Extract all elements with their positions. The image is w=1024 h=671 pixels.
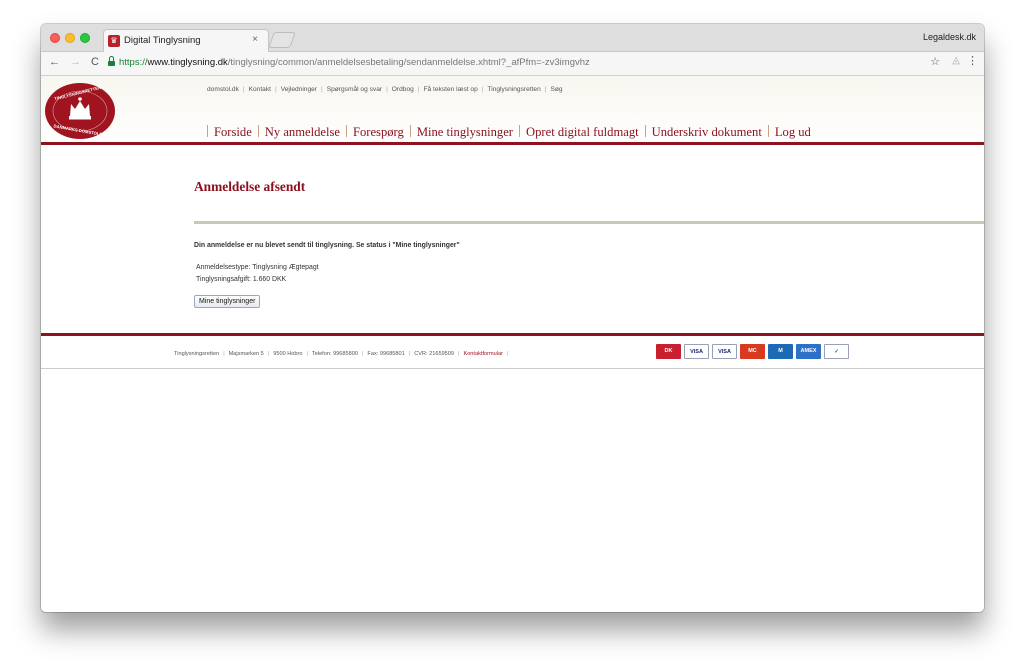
confirmation-message: Din anmeldelse er nu blevet sendt til ti…	[194, 242, 460, 249]
topnav-laest-op[interactable]: Få teksten læst op	[424, 86, 478, 93]
topnav-soeg[interactable]: Søg	[550, 86, 562, 93]
browser-tab[interactable]: ♛ Digital Tinglysning ×	[103, 29, 269, 52]
type-label: Anmeldelsestype:	[196, 264, 251, 271]
extension-icon[interactable]: ◬	[952, 55, 960, 66]
reload-icon[interactable]: C	[91, 56, 99, 68]
forward-icon[interactable]: →	[70, 56, 81, 68]
mastercard-icon: MC	[740, 344, 765, 359]
topnav-kontakt[interactable]: Kontakt	[249, 86, 271, 93]
page-title: Anmeldelse afsendt	[194, 179, 306, 194]
visa-electron-icon: VISA	[712, 344, 737, 359]
new-tab-button[interactable]	[268, 32, 296, 48]
nav-underskriv-dokument[interactable]: Underskriv dokument	[652, 125, 762, 139]
footer-cvr: CVR: 21659509	[414, 351, 455, 357]
nav-log-ud[interactable]: Log ud	[775, 125, 811, 139]
tab-close-icon[interactable]: ×	[252, 34, 258, 45]
fee-row: Tinglysningsafgift: 1.660 DKK	[196, 274, 319, 286]
topnav-domstol[interactable]: domstol.dk	[207, 86, 239, 93]
minimize-window-button[interactable]	[65, 33, 75, 43]
fee-value: 1.660 DKK	[252, 276, 287, 283]
main-nav: Forside Ny anmeldelse Forespørg Mine tingly…	[201, 125, 811, 140]
type-value: Tinglysning Ægtepagt	[252, 264, 319, 271]
mine-tinglysninger-button[interactable]: Mine tinglysninger	[194, 295, 261, 308]
footer-city: 9500 Hobro	[273, 351, 303, 357]
back-icon[interactable]: ←	[49, 56, 60, 68]
type-row: Anmeldelsestype: Tinglysning Ægtepagt	[196, 262, 319, 274]
footer-info: Tinglysningsretten | Majsmarken 5 | 9500 Hob…	[174, 351, 509, 357]
address-bar[interactable]: https://www.tinglysning.dk/tinglysning/c…	[105, 55, 965, 72]
site-header: TINGLYSNINGSRETTEN DANMARKS DOMSTOLE dom…	[41, 76, 984, 146]
favicon-icon: ♛	[108, 35, 120, 47]
nav-opret-fuldmagt[interactable]: Opret digital fuldmagt	[526, 125, 639, 139]
maximize-window-button[interactable]	[80, 33, 90, 43]
fee-label: Tinglysningsafgift:	[196, 276, 251, 283]
nav-foresporg[interactable]: Forespørg	[353, 125, 404, 139]
content-heading-wrap: Anmeldelse afsendt	[194, 179, 305, 195]
nav-forside[interactable]: Forside	[214, 125, 252, 139]
lock-icon	[108, 56, 115, 66]
dankort-icon: DK	[656, 344, 681, 359]
domstole-logo[interactable]: TINGLYSNINGSRETTEN DANMARKS DOMSTOLE	[44, 82, 116, 140]
submission-details: Anmeldelsestype: Tinglysning Ægtepagt Ti…	[196, 262, 319, 286]
topnav-ordbog[interactable]: Ordbog	[392, 86, 414, 93]
footer-court: Tinglysningsretten	[174, 351, 220, 357]
profile-name[interactable]: Legaldesk.dk	[923, 32, 976, 42]
nav-mine-tinglysninger[interactable]: Mine tinglysninger	[417, 125, 513, 139]
footer-phone: Telefon: 99685800	[311, 351, 358, 357]
verified-icon: ✓	[824, 344, 849, 359]
url-text[interactable]: https://www.tinglysning.dk/tinglysning/c…	[119, 57, 590, 68]
browser-window: ♛ Digital Tinglysning × Legaldesk.dk ← →…	[41, 24, 984, 612]
footer-address: Majsmarken 5	[228, 351, 264, 357]
site-footer: Tinglysningsretten | Majsmarken 5 | 9500 Hob…	[41, 335, 984, 369]
topnav-spoergsmaal[interactable]: Spørgsmål og svar	[327, 86, 382, 93]
footer-fax: Fax: 99685801	[367, 351, 405, 357]
amex-icon: AMEX	[796, 344, 821, 359]
topnav-vejledninger[interactable]: Vejledninger	[281, 86, 317, 93]
page-content: TINGLYSNINGSRETTEN DANMARKS DOMSTOLE dom…	[41, 76, 984, 612]
address-toolbar: ← → C https://www.tinglysning.dk/tinglys…	[41, 52, 984, 76]
heading-divider	[194, 221, 984, 224]
close-window-button[interactable]	[50, 33, 60, 43]
maestro-icon: M	[768, 344, 793, 359]
nav-ny-anmeldelse[interactable]: Ny anmeldelse	[265, 125, 340, 139]
topnav-tinglysningsretten[interactable]: Tinglysningsretten	[487, 86, 540, 93]
bookmark-star-icon[interactable]: ☆	[930, 55, 940, 68]
top-utility-nav: domstol.dk | Kontakt | Vejledninger | Spørgsmå…	[207, 86, 563, 93]
title-bar: ♛ Digital Tinglysning × Legaldesk.dk	[41, 24, 984, 52]
tab-title: Digital Tinglysning	[124, 35, 201, 46]
header-divider	[41, 142, 984, 145]
contact-form-link[interactable]: Kontaktformular	[463, 351, 502, 357]
visa-icon: VISA	[684, 344, 709, 359]
browser-menu-icon[interactable]: ⋮	[967, 54, 978, 67]
